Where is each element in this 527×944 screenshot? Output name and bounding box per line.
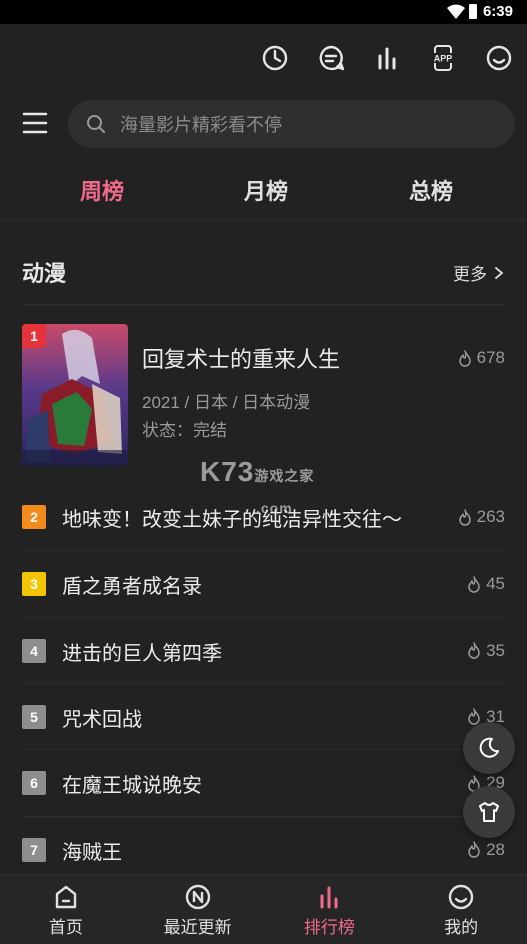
heat-count: 263 xyxy=(457,507,505,527)
list-item[interactable]: 6 在魔王城说晚安 29 xyxy=(22,749,505,815)
fire-icon xyxy=(458,508,471,526)
item-title: 地味变！改变土妹子的纯洁异性交往～ xyxy=(62,509,402,531)
history-icon xyxy=(262,45,288,71)
feedback-button[interactable] xyxy=(471,40,527,76)
fire-icon xyxy=(468,642,480,659)
heat-count: 45 xyxy=(466,574,505,594)
rank-badge: 7 xyxy=(22,837,46,862)
nav-home[interactable]: 首页 xyxy=(0,875,132,944)
ranking-icon xyxy=(320,886,338,909)
bottom-nav: 首页 最近更新 排行榜 我的 xyxy=(0,874,527,944)
top-toolbar: APP xyxy=(247,40,527,76)
rank-badge: 2 xyxy=(22,505,46,529)
status-bar: 6:39 xyxy=(0,0,527,24)
nav-ranking[interactable]: 排行榜 xyxy=(264,875,396,944)
heat-count: 28 xyxy=(466,840,505,860)
rank-badge: 4 xyxy=(22,638,46,663)
ranking-tabs: 周榜 月榜 总榜 xyxy=(0,160,527,220)
poster-image: 1 xyxy=(22,324,128,466)
heat-value: 35 xyxy=(486,640,505,660)
nav-profile[interactable]: 我的 xyxy=(395,875,527,944)
search-input[interactable]: 海量影片精彩看不停 xyxy=(68,100,515,148)
new-icon xyxy=(185,884,210,910)
fire-icon xyxy=(468,576,480,593)
list-item[interactable]: 2 地味变！改变土妹子的纯洁异性交往～ 263 xyxy=(22,484,505,550)
rank-badge: 3 xyxy=(22,572,46,597)
heat-value: 28 xyxy=(486,839,505,859)
home-icon xyxy=(55,885,77,909)
tab-total[interactable]: 总榜 xyxy=(409,174,453,206)
search-icon xyxy=(87,115,105,133)
app-button[interactable]: APP xyxy=(415,40,471,76)
wifi-icon xyxy=(447,4,465,19)
item-title: 回复术士的重来人生 xyxy=(142,347,341,372)
status-time: 6:39 xyxy=(482,3,513,20)
history-button[interactable] xyxy=(247,40,303,76)
heat-value: 678 xyxy=(476,348,505,367)
smiley-icon xyxy=(486,45,512,71)
rank-badge: 1 xyxy=(22,324,46,348)
item-title: 在魔王城说晚安 xyxy=(62,775,202,798)
item-title: 海贼王 xyxy=(62,841,122,864)
list-item[interactable]: 7 海贼王 28 xyxy=(22,815,505,882)
list-item[interactable]: 3 盾之勇者成名录 45 xyxy=(22,550,505,616)
moon-icon xyxy=(479,737,499,758)
heat-count: 35 xyxy=(466,641,505,661)
tab-weekly[interactable]: 周榜 xyxy=(80,174,124,206)
item-status: 状态：完结 xyxy=(142,421,227,440)
chevron-right-icon xyxy=(495,266,504,279)
top-rank-item[interactable]: 1 回复术士的重来人生 2021 / 日本 / 日本动漫 状态：完结 678 xyxy=(22,324,505,466)
item-title: 进击的巨人第四季 xyxy=(62,642,222,665)
profile-icon xyxy=(448,884,474,910)
nav-label: 我的 xyxy=(444,918,479,937)
more-link[interactable]: 更多 xyxy=(453,260,505,285)
fire-icon xyxy=(458,349,471,367)
app-icon: APP xyxy=(430,45,456,71)
stats-button[interactable] xyxy=(359,40,415,76)
tab-monthly[interactable]: 月榜 xyxy=(244,174,288,206)
shirt-icon xyxy=(479,802,499,822)
heat-count: 678 xyxy=(457,348,505,368)
fire-icon xyxy=(468,841,480,858)
message-button[interactable] xyxy=(303,40,359,76)
search-placeholder: 海量影片精彩看不停 xyxy=(120,115,282,135)
rank-badge: 6 xyxy=(22,771,46,796)
stats-icon xyxy=(378,47,396,70)
app-label: APP xyxy=(434,54,453,64)
item-meta: 2021 / 日本 / 日本动漫 xyxy=(142,393,311,412)
more-label: 更多 xyxy=(453,265,487,284)
item-title: 咒术回战 xyxy=(62,708,142,731)
item-title: 盾之勇者成名录 xyxy=(62,576,202,599)
list-item[interactable]: 4 进击的巨人第四季 35 xyxy=(22,616,505,683)
list-item[interactable]: 5 咒术回战 31 xyxy=(22,682,505,749)
heat-value: 45 xyxy=(486,574,505,594)
divider xyxy=(22,304,505,305)
dark-mode-button[interactable] xyxy=(463,722,515,774)
message-icon xyxy=(319,45,345,71)
battery-icon xyxy=(469,4,477,19)
nav-label: 排行榜 xyxy=(303,918,355,937)
nav-label: 首页 xyxy=(48,918,83,937)
section-title: 动漫 xyxy=(22,261,67,286)
section-header: 动漫 更多 xyxy=(22,250,505,294)
menu-icon[interactable] xyxy=(22,110,48,136)
nav-recent[interactable]: 最近更新 xyxy=(132,875,264,944)
nav-label: 最近更新 xyxy=(163,918,232,937)
heat-value: 263 xyxy=(476,507,505,526)
search-row: 海量影片精彩看不停 xyxy=(0,100,527,148)
theme-button[interactable] xyxy=(463,786,515,838)
rank-badge: 5 xyxy=(22,704,46,729)
